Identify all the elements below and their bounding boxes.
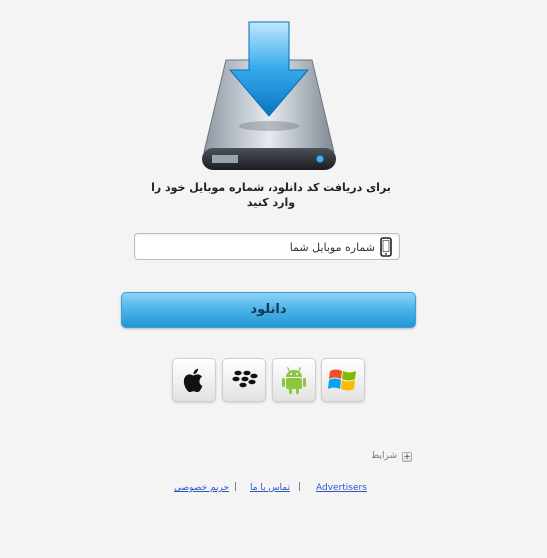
privacy-link[interactable]: حریم خصوصی xyxy=(174,483,229,493)
phone-number-field[interactable] xyxy=(134,233,400,260)
download-button[interactable]: دانلود xyxy=(121,292,416,328)
apple-icon xyxy=(183,368,203,393)
phone-number-input[interactable] xyxy=(141,237,375,257)
terms-toggle[interactable]: + شرایط xyxy=(360,451,412,465)
platform-blackberry-button[interactable] xyxy=(222,358,266,402)
expand-plus-icon[interactable]: + xyxy=(402,452,412,462)
platform-android-button[interactable] xyxy=(272,358,316,402)
blackberry-icon xyxy=(232,370,258,388)
advertisers-link[interactable]: Advertisers xyxy=(316,483,367,493)
download-instruction-text: برای دریافت کد دانلود، شماره موبایل خود … xyxy=(151,181,391,209)
contact-us-link[interactable]: تماس با ما xyxy=(250,483,290,493)
mobile-phone-icon xyxy=(380,237,392,257)
platform-windows-button[interactable] xyxy=(321,358,365,402)
android-icon xyxy=(282,366,306,394)
windows-icon xyxy=(328,369,356,391)
platform-apple-button[interactable] xyxy=(172,358,216,402)
download-drive-icon xyxy=(202,21,336,170)
page: برای دریافت کد دانلود، شماره موبایل خود … xyxy=(0,0,547,558)
footer-separator: | xyxy=(234,482,238,492)
footer-separator: | xyxy=(298,482,302,492)
terms-label[interactable]: شرایط xyxy=(371,451,397,461)
